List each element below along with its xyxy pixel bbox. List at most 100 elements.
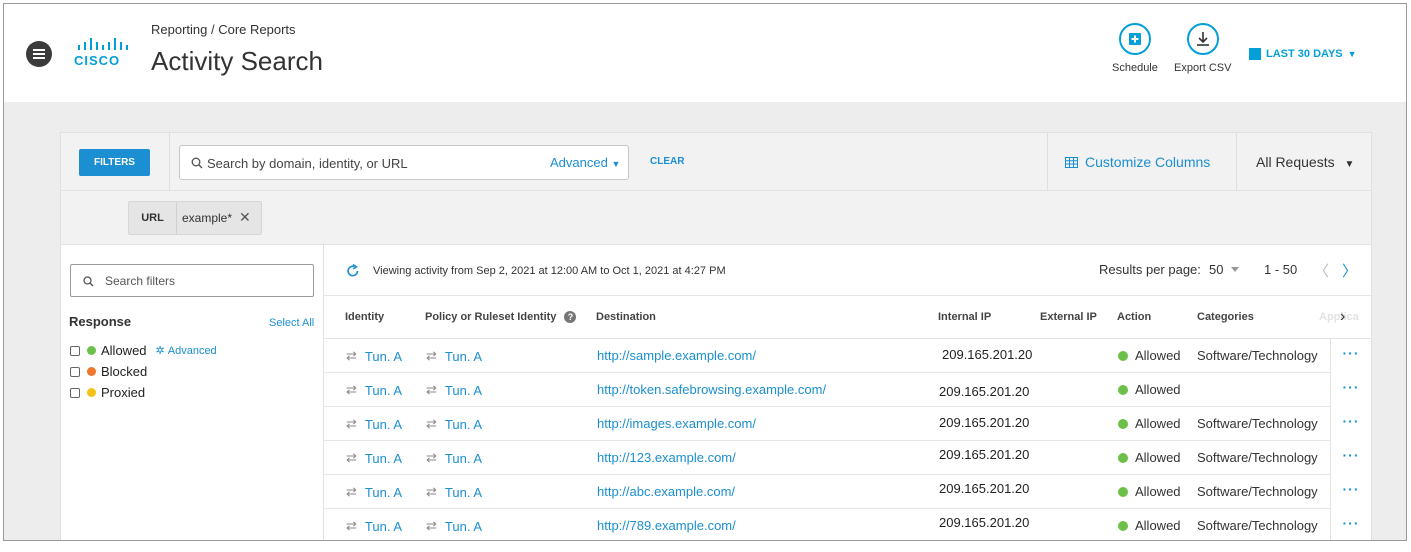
refresh-icon[interactable] xyxy=(346,264,360,278)
col-external-ip[interactable]: External IP xyxy=(1040,311,1097,323)
table-row[interactable]: ⇄ Tun. A ⇄ Tun. A http://abc.example.com/ … xyxy=(324,475,1371,509)
policy-link[interactable]: Tun. A xyxy=(445,451,482,466)
cisco-logo: CISCO xyxy=(74,38,134,68)
identity-link[interactable]: Tun. A xyxy=(365,485,402,500)
chevron-left-icon[interactable]: 〈 xyxy=(1314,260,1329,281)
all-requests-label: All Requests xyxy=(1256,154,1335,170)
app-window: CISCO Reporting / Core Reports Activity … xyxy=(3,3,1407,541)
action-label: Allowed xyxy=(1135,382,1181,397)
table-row[interactable]: ⇄ Tun. A ⇄ Tun. A http://sample.example.co… xyxy=(324,339,1371,373)
row-actions-button[interactable]: ··· xyxy=(1330,373,1371,407)
caret-down-icon: ▼ xyxy=(611,159,621,169)
identity-link[interactable]: Tun. A xyxy=(365,349,402,364)
destination-link[interactable]: http://token.safebrowsing.example.com/ xyxy=(597,382,826,397)
scroll-right-icon[interactable]: › xyxy=(1340,308,1345,326)
checkbox[interactable] xyxy=(70,366,80,377)
advanced-filter-link[interactable]: ✲ Advanced xyxy=(156,344,217,358)
close-icon[interactable]: ✕ xyxy=(239,209,251,226)
destination-link[interactable]: http://789.example.com/ xyxy=(597,518,736,533)
table-row[interactable]: ⇄ Tun. A ⇄ Tun. A http://token.safebrowsin… xyxy=(324,373,1371,407)
col-application[interactable]: Applica xyxy=(1319,311,1359,323)
identity-cell[interactable]: ⇄ Tun. A xyxy=(346,348,402,364)
row-actions-button[interactable]: ··· xyxy=(1330,509,1371,540)
policy-cell[interactable]: ⇄ Tun. A xyxy=(426,382,482,398)
identity-cell[interactable]: ⇄ Tun. A xyxy=(346,450,402,466)
customize-columns-button[interactable]: Customize Columns xyxy=(1047,133,1237,191)
policy-cell[interactable]: ⇄ Tun. A xyxy=(426,518,482,534)
policy-link[interactable]: Tun. A xyxy=(445,485,482,500)
identity-link[interactable]: Tun. A xyxy=(365,451,402,466)
clear-button[interactable]: CLEAR xyxy=(650,156,684,167)
col-action[interactable]: Action xyxy=(1117,311,1151,323)
policy-link[interactable]: Tun. A xyxy=(445,519,482,534)
swap-icon: ⇄ xyxy=(346,416,357,431)
table-row[interactable]: ⇄ Tun. A ⇄ Tun. A http://123.example.com/ … xyxy=(324,441,1371,475)
results-per-page-select[interactable]: 50 xyxy=(1209,262,1223,277)
policy-cell[interactable]: ⇄ Tun. A xyxy=(426,416,482,432)
col-categories[interactable]: Categories xyxy=(1197,311,1254,323)
table-row[interactable]: ⇄ Tun. A ⇄ Tun. A http://images.example.co… xyxy=(324,407,1371,441)
breadcrumb[interactable]: Reporting / Core Reports xyxy=(151,22,296,37)
internal-ip: 209.165.201.20 xyxy=(939,481,1030,496)
cisco-wordmark: CISCO xyxy=(74,53,121,68)
table-icon xyxy=(1065,156,1078,168)
caret-down-icon[interactable] xyxy=(1231,267,1239,272)
row-actions-button[interactable]: ··· xyxy=(1330,475,1371,509)
chevron-right-icon[interactable]: 〉 xyxy=(1342,260,1357,281)
search-filters-input[interactable] xyxy=(105,274,295,288)
help-icon[interactable]: ? xyxy=(564,311,577,323)
destination-link[interactable]: http://images.example.com/ xyxy=(597,416,756,431)
identity-link[interactable]: Tun. A xyxy=(365,519,402,534)
policy-link[interactable]: Tun. A xyxy=(445,383,482,398)
schedule-button[interactable]: Schedule xyxy=(1112,23,1158,74)
select-all-link[interactable]: Select All xyxy=(269,317,314,329)
policy-cell[interactable]: ⇄ Tun. A xyxy=(426,484,482,500)
policy-cell[interactable]: ⇄ Tun. A xyxy=(426,450,482,466)
filter-sidebar: Response Select All Allowed ✲ Advanced B… xyxy=(61,245,324,540)
identity-link[interactable]: Tun. A xyxy=(365,417,402,432)
category-cell: Software/Technology xyxy=(1197,518,1318,533)
col-internal-ip[interactable]: Internal IP xyxy=(938,311,991,323)
date-range-dropdown[interactable]: LAST 30 DAYS ▼ xyxy=(1249,48,1357,60)
export-csv-button[interactable]: Export CSV xyxy=(1174,23,1231,74)
destination-link[interactable]: http://sample.example.com/ xyxy=(597,348,756,363)
action-cell: Allowed xyxy=(1118,518,1181,533)
customize-columns-label: Customize Columns xyxy=(1085,154,1211,170)
filter-option-blocked[interactable]: Blocked xyxy=(70,364,147,379)
row-actions-button[interactable]: ··· xyxy=(1330,407,1371,441)
identity-cell[interactable]: ⇄ Tun. A xyxy=(346,484,402,500)
schedule-label: Schedule xyxy=(1112,62,1158,74)
policy-link[interactable]: Tun. A xyxy=(445,349,482,364)
active-filters-row: URL example* ✕ xyxy=(61,191,1371,245)
check-circle-icon xyxy=(1118,486,1128,497)
hamburger-menu-button[interactable] xyxy=(26,41,52,67)
advanced-search-dropdown[interactable]: Advanced ▼ xyxy=(550,155,620,170)
col-policy[interactable]: Policy or Ruleset Identity ? xyxy=(425,311,577,323)
filter-chip[interactable]: URL example* ✕ xyxy=(128,201,262,235)
destination-link[interactable]: http://123.example.com/ xyxy=(597,450,736,465)
search-input[interactable] xyxy=(207,154,547,172)
identity-link[interactable]: Tun. A xyxy=(365,383,402,398)
checkbox[interactable] xyxy=(70,387,80,398)
policy-cell[interactable]: ⇄ Tun. A xyxy=(426,348,482,364)
filters-button[interactable]: FILTERS xyxy=(79,149,150,176)
row-actions-button[interactable]: ··· xyxy=(1330,339,1371,373)
search-filters-box[interactable] xyxy=(70,264,314,297)
filter-option-allowed[interactable]: Allowed ✲ Advanced xyxy=(70,343,217,358)
identity-cell[interactable]: ⇄ Tun. A xyxy=(346,518,402,534)
all-requests-dropdown[interactable]: All Requests ▼ xyxy=(1256,154,1354,170)
col-destination[interactable]: Destination xyxy=(596,311,656,323)
checkbox[interactable] xyxy=(70,345,80,356)
check-circle-icon xyxy=(1118,350,1128,361)
destination-link[interactable]: http://abc.example.com/ xyxy=(597,484,735,499)
policy-link[interactable]: Tun. A xyxy=(445,417,482,432)
row-actions-button[interactable]: ··· xyxy=(1330,441,1371,475)
identity-cell[interactable]: ⇄ Tun. A xyxy=(346,416,402,432)
filter-option-proxied[interactable]: Proxied xyxy=(70,385,145,400)
col-identity[interactable]: Identity xyxy=(345,311,384,323)
identity-cell[interactable]: ⇄ Tun. A xyxy=(346,382,402,398)
swap-icon: ⇄ xyxy=(426,518,437,533)
table-row[interactable]: ⇄ Tun. A ⇄ Tun. A http://789.example.com/ … xyxy=(324,509,1371,540)
search-box[interactable]: Advanced ▼ xyxy=(179,145,629,180)
filter-chip-key: URL xyxy=(129,202,177,234)
